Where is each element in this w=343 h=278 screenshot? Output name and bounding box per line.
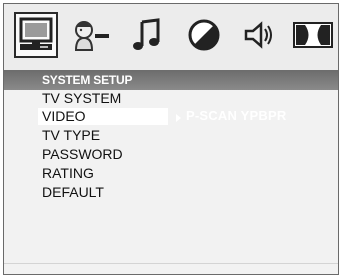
setup-panel: SYSTEM SETUP TV SYSTEM VIDEO TV TYPE PAS… — [3, 3, 339, 275]
menu-item-tv-system[interactable]: TV SYSTEM — [42, 90, 121, 107]
person-language-icon[interactable] — [70, 12, 114, 58]
monitor-icon[interactable] — [14, 12, 58, 58]
music-note-icon[interactable] — [128, 12, 168, 58]
menu-item-rating[interactable]: RATING — [42, 165, 94, 182]
menu-item-password[interactable]: PASSWORD — [42, 146, 123, 163]
half-circle-icon[interactable] — [182, 12, 226, 58]
speaker-icon[interactable] — [240, 12, 280, 58]
page-title: SYSTEM SETUP — [42, 73, 133, 87]
category-tab-bar — [4, 4, 338, 70]
menu-item-video[interactable]: VIDEO — [38, 108, 168, 125]
menu-item-tv-type[interactable]: TV TYPE — [42, 127, 100, 144]
submenu-arrow-icon — [176, 114, 181, 122]
menu-item-default[interactable]: DEFAULT — [42, 184, 104, 201]
dolby-icon[interactable] — [290, 12, 336, 58]
section-header: SYSTEM SETUP — [4, 70, 338, 90]
video-output-option[interactable]: P-SCAN YPBPR — [186, 108, 286, 123]
divider — [4, 263, 338, 264]
